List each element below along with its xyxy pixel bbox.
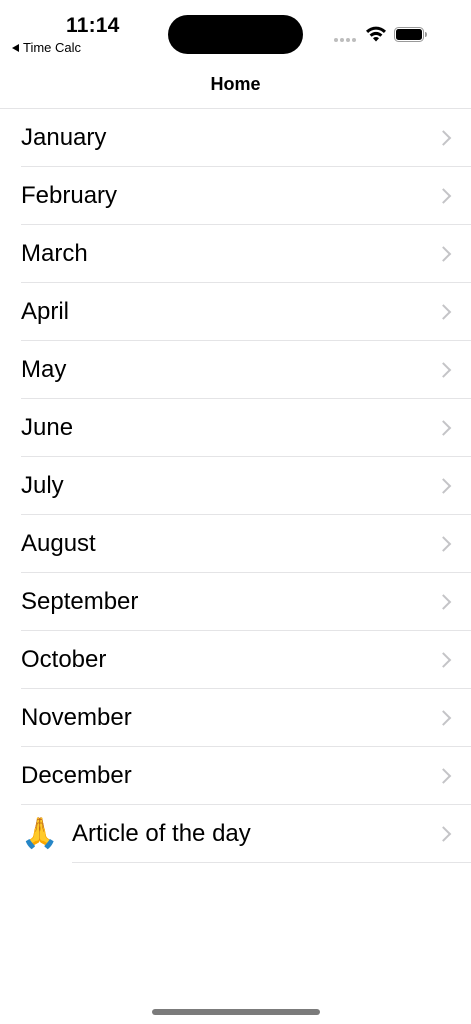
status-bar: 11:14 Time Calc: [0, 0, 471, 62]
signal-dots-icon: [334, 38, 356, 42]
list-item-month-february[interactable]: February: [21, 167, 471, 225]
list-item-label: December: [21, 761, 132, 789]
list-item-month-march[interactable]: March: [21, 225, 471, 283]
list-item-label: January: [21, 123, 107, 151]
list-item-month-october[interactable]: October: [21, 631, 471, 689]
list-item-month-january[interactable]: January: [21, 109, 471, 167]
list-item-label: Article of the day: [72, 819, 251, 847]
chevron-right-icon: [435, 477, 452, 494]
praying-hands-icon: 🙏: [21, 816, 59, 850]
wifi-icon: [366, 26, 386, 42]
list-item-month-june[interactable]: June: [21, 399, 471, 457]
battery-icon: [394, 27, 427, 42]
status-time: 11:14: [66, 14, 120, 37]
chevron-right-icon: [435, 361, 452, 378]
dynamic-island: [168, 15, 303, 54]
chevron-right-icon: [435, 767, 452, 784]
page-title: Home: [210, 74, 261, 94]
list-item-article-of-the-day[interactable]: 🙏 Article of the day: [0, 805, 471, 863]
back-to-app-button[interactable]: Time Calc: [12, 40, 81, 55]
list-item-month-may[interactable]: May: [21, 341, 471, 399]
chevron-right-icon: [435, 709, 452, 726]
back-app-label: Time Calc: [23, 40, 82, 55]
list-item-label: June: [21, 413, 74, 441]
back-triangle-icon: [12, 43, 19, 52]
list-item-month-december[interactable]: December: [21, 747, 471, 805]
row-divider: [72, 862, 471, 863]
chevron-right-icon: [435, 129, 452, 146]
chevron-right-icon: [435, 825, 452, 842]
list-item-label: March: [21, 239, 88, 267]
chevron-right-icon: [435, 187, 452, 204]
list-item-label: September: [21, 587, 139, 615]
list-item-month-april[interactable]: April: [21, 283, 471, 341]
chevron-right-icon: [435, 593, 452, 610]
list-item-label: May: [21, 355, 67, 383]
chevron-right-icon: [435, 303, 452, 320]
list-item-label: November: [21, 703, 132, 731]
list-item-label: October: [21, 645, 107, 673]
chevron-right-icon: [435, 535, 452, 552]
list-item-month-july[interactable]: July: [21, 457, 471, 515]
list-item-month-august[interactable]: August: [21, 515, 471, 573]
list-item-month-september[interactable]: September: [21, 573, 471, 631]
month-list: January February March April May June Ju…: [0, 108, 471, 863]
chevron-right-icon: [435, 245, 452, 262]
list-item-label: July: [21, 471, 64, 499]
home-indicator[interactable]: [152, 1009, 320, 1015]
chevron-right-icon: [435, 651, 452, 668]
chevron-right-icon: [435, 419, 452, 436]
list-item-label: April: [21, 297, 70, 325]
list-item-label: August: [21, 529, 96, 557]
list-item-label: February: [21, 181, 118, 209]
list-item-month-november[interactable]: November: [21, 689, 471, 747]
